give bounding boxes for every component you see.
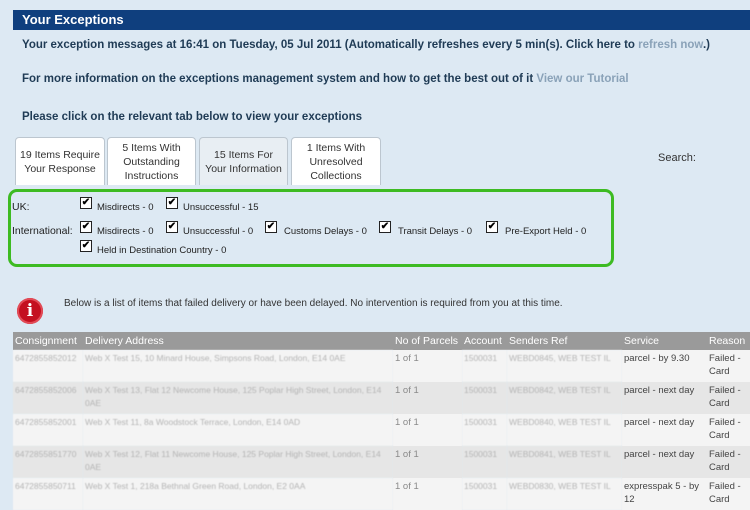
refresh-message: Your exception messages at 16:41 on Tues… xyxy=(22,39,710,51)
tutorial-link[interactable]: View our Tutorial xyxy=(536,73,628,85)
uk-misdirects-label: Misdirects - 0 xyxy=(97,202,154,213)
uk-label: UK: xyxy=(12,201,30,213)
senders-ref-cell: WEBD0845, WEB TEST IL xyxy=(507,350,622,382)
column-header-service[interactable]: Service xyxy=(622,332,707,350)
address-cell: Web X Test 12, Flat 11 Newcome House, 12… xyxy=(83,446,393,478)
consignment-cell[interactable]: 6472855850711 xyxy=(13,478,83,510)
reason-cell: Failed - Card xyxy=(707,478,750,510)
uk-unsuccessful-label: Unsuccessful - 15 xyxy=(183,202,259,213)
intl-unsuccessful-checkbox[interactable]: ✔ xyxy=(166,221,178,233)
reason-cell: Failed - Card xyxy=(707,414,750,446)
senders-ref-cell: WEBD0840, WEB TEST IL xyxy=(507,414,622,446)
exceptions-table: Consignment Delivery Address No of Parce… xyxy=(13,332,750,510)
search-label: Search: xyxy=(658,152,696,164)
column-header-parcels[interactable]: No of Parcels xyxy=(393,332,462,350)
address-cell: Web X Test 15, 10 Minard House, Simpsons… xyxy=(83,350,393,382)
consignment-cell[interactable]: 6472855851770 xyxy=(13,446,83,478)
intl-customs-delays-label: Customs Delays - 0 xyxy=(284,226,367,237)
table-row[interactable]: 6472855851770 Web X Test 12, Flat 11 New… xyxy=(13,446,750,478)
intl-misdirects-checkbox[interactable]: ✔ xyxy=(80,221,92,233)
info-icon: i xyxy=(17,298,43,324)
parcels-cell: 1 of 1 xyxy=(393,478,462,510)
account-cell: 1500031 xyxy=(462,382,507,414)
uk-misdirects-checkbox[interactable]: ✔ xyxy=(80,197,92,209)
intl-held-destination-checkbox[interactable]: ✔ xyxy=(80,240,92,252)
column-header-account[interactable]: Account xyxy=(462,332,507,350)
service-cell: expresspak 5 - by 12 xyxy=(622,478,707,510)
column-header-senders-ref[interactable]: Senders Ref xyxy=(507,332,622,350)
tab-require-response[interactable]: 19 Items Require Your Response xyxy=(15,137,105,185)
account-cell: 1500031 xyxy=(462,478,507,510)
address-cell: Web X Test 13, Flat 12 Newcome House, 12… xyxy=(83,382,393,414)
refresh-now-link[interactable]: refresh now xyxy=(638,39,703,51)
account-cell: 1500031 xyxy=(462,350,507,382)
tab-outstanding-instructions[interactable]: 5 Items With Outstanding Instructions xyxy=(107,137,196,185)
intl-transit-delays-label: Transit Delays - 0 xyxy=(398,226,473,237)
tab-label: 1 Items With Unresolved Collections xyxy=(306,141,366,182)
parcels-cell: 1 of 1 xyxy=(393,414,462,446)
tab-prompt: Please click on the relevant tab below t… xyxy=(22,111,363,123)
intl-pre-export-held-checkbox[interactable]: ✔ xyxy=(486,221,498,233)
service-cell: parcel - next day xyxy=(622,382,707,414)
reason-cell: Failed - Card xyxy=(707,382,750,414)
account-cell: 1500031 xyxy=(462,446,507,478)
intl-held-destination-label: Held in Destination Country - 0 xyxy=(97,245,227,256)
tutorial-message: For more information on the exceptions m… xyxy=(22,73,629,85)
panel-title: Your Exceptions xyxy=(13,10,750,30)
service-cell: parcel - next day xyxy=(622,446,707,478)
refresh-message-suffix: .) xyxy=(702,39,710,51)
service-cell: parcel - by 9.30 xyxy=(622,350,707,382)
refresh-message-text: Your exception messages at 16:41 on Tues… xyxy=(22,39,635,51)
senders-ref-cell: WEBD0830, WEB TEST IL xyxy=(507,478,622,510)
senders-ref-cell: WEBD0841, WEB TEST IL xyxy=(507,446,622,478)
table-row[interactable]: 6472855852012 Web X Test 15, 10 Minard H… xyxy=(13,350,750,382)
column-header-reason[interactable]: Reason xyxy=(707,332,750,350)
intl-customs-delays-checkbox[interactable]: ✔ xyxy=(265,221,277,233)
consignment-cell[interactable]: 6472855852006 xyxy=(13,382,83,414)
intl-unsuccessful-label: Unsuccessful - 0 xyxy=(183,226,254,237)
account-cell: 1500031 xyxy=(462,414,507,446)
tutorial-message-text: For more information on the exceptions m… xyxy=(22,73,534,85)
tab-for-information[interactable]: 15 Items For Your Information xyxy=(199,137,288,185)
address-cell: Web X Test 1, 218a Bethnal Green Road, L… xyxy=(83,478,393,510)
address-cell: Web X Test 11, 8a Woodstock Terrace, Lon… xyxy=(83,414,393,446)
intl-misdirects-label: Misdirects - 0 xyxy=(97,226,154,237)
service-cell: parcel - next day xyxy=(622,414,707,446)
tab-label: 15 Items For Your Information xyxy=(205,148,282,175)
parcels-cell: 1 of 1 xyxy=(393,350,462,382)
tab-label: 5 Items With Outstanding Instructions xyxy=(122,141,181,182)
table-header-row: Consignment Delivery Address No of Parce… xyxy=(13,332,750,350)
column-header-delivery-address[interactable]: Delivery Address xyxy=(83,332,393,350)
reason-cell: Failed - Card xyxy=(707,350,750,382)
reason-cell: Failed - Card xyxy=(707,446,750,478)
international-label: International: xyxy=(12,225,73,237)
intl-pre-export-held-label: Pre-Export Held - 0 xyxy=(505,226,587,237)
tab-unresolved-collections[interactable]: 1 Items With Unresolved Collections xyxy=(291,137,381,185)
intl-transit-delays-checkbox[interactable]: ✔ xyxy=(379,221,391,233)
tab-label: 19 Items Require Your Response xyxy=(20,148,100,175)
consignment-cell[interactable]: 6472855852001 xyxy=(13,414,83,446)
parcels-cell: 1 of 1 xyxy=(393,446,462,478)
table-row[interactable]: 6472855852006 Web X Test 13, Flat 12 New… xyxy=(13,382,750,414)
parcels-cell: 1 of 1 xyxy=(393,382,462,414)
table-row[interactable]: 6472855852001 Web X Test 11, 8a Woodstoc… xyxy=(13,414,750,446)
notice-text: Below is a list of items that failed del… xyxy=(64,298,563,309)
senders-ref-cell: WEBD0842, WEB TEST IL xyxy=(507,382,622,414)
column-header-consignment[interactable]: Consignment xyxy=(13,332,83,350)
uk-unsuccessful-checkbox[interactable]: ✔ xyxy=(166,197,178,209)
table-row[interactable]: 6472855850711 Web X Test 1, 218a Bethnal… xyxy=(13,478,750,510)
consignment-cell[interactable]: 6472855852012 xyxy=(13,350,83,382)
